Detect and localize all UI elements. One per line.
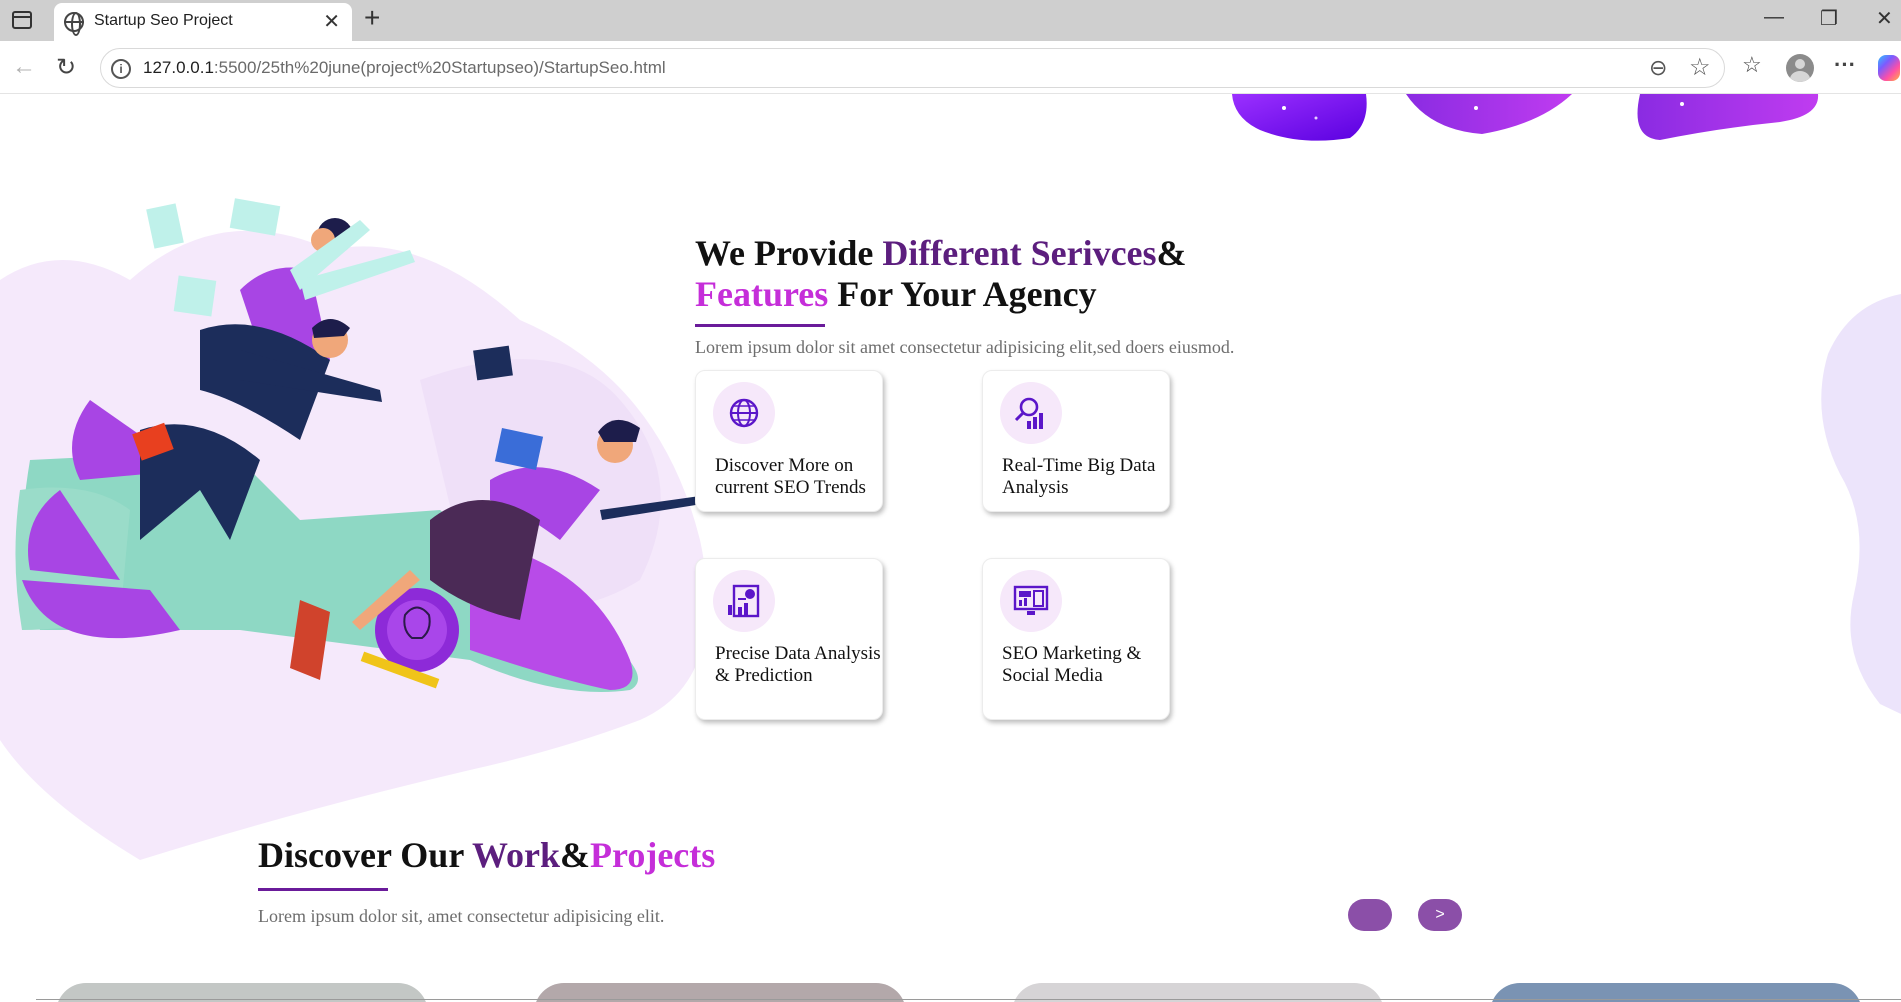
services-heading: We Provide Different Serivces& Features … [695, 233, 1187, 315]
monitor-ads-icon [1000, 570, 1062, 632]
service-card-label: Real-Time Big Data Analysis [1002, 455, 1156, 498]
carousel-next-button[interactable]: > [1418, 899, 1462, 931]
minimize-button[interactable]: — [1764, 6, 1784, 29]
url-path: :5500/25th%20june(project%20Startupseo)/… [213, 58, 666, 77]
decorative-blobs [1232, 94, 1819, 141]
service-card-seo-trends[interactable]: Discover More on current SEO Trends [695, 370, 883, 512]
services-subtitle: Lorem ipsum dolor sit amet consectetur a… [695, 337, 1235, 357]
service-card-label: Precise Data Analysis & Prediction [715, 643, 881, 686]
work-subtitle: Lorem ipsum dolor sit, amet consectetur … [258, 906, 665, 926]
tab-title: Startup Seo Project [94, 12, 233, 29]
service-card-big-data[interactable]: Real-Time Big Data Analysis [982, 370, 1170, 512]
work-heading: Discover Our Work&Projects [258, 834, 715, 876]
globe-icon [64, 12, 84, 36]
site-info-icon[interactable]: i [111, 59, 131, 79]
report-chart-icon [713, 570, 775, 632]
services-heading-features: Features [695, 274, 829, 314]
scroll-divider [36, 999, 1901, 1000]
close-window-button[interactable]: ✕ [1876, 6, 1893, 31]
work-heading-underline [258, 888, 388, 891]
work-heading-ampersand: & [560, 835, 591, 875]
globe-dollar-icon [713, 382, 775, 444]
services-heading-highlight: Different Serivces [882, 233, 1157, 273]
reload-button[interactable]: ↻ [56, 53, 76, 82]
favorite-star-icon[interactable]: ☆ [1689, 53, 1711, 82]
work-heading-highlight: Work [472, 835, 561, 875]
carousel-prev-button[interactable] [1348, 899, 1392, 931]
decorative-side-blob [1821, 294, 1901, 714]
favorites-icon[interactable]: ☆ [1742, 52, 1762, 78]
services-heading-ampersand: & [1156, 233, 1187, 273]
work-heading-part1: Discover Our [258, 835, 472, 875]
zoom-icon[interactable]: ⊖ [1649, 55, 1667, 81]
rocket-team-illustration [0, 198, 708, 860]
service-card-label: SEO Marketing & Social Media [1002, 643, 1142, 686]
address-bar[interactable]: i 127.0.0.1:5500/25th%20june(project%20S… [100, 48, 1725, 88]
url-host: 127.0.0.1 [143, 58, 214, 77]
service-card-seo-marketing[interactable]: SEO Marketing & Social Media [982, 558, 1170, 720]
tab-actions-icon[interactable] [12, 11, 32, 29]
url-text[interactable]: 127.0.0.1:5500/25th%20june(project%20Sta… [143, 58, 666, 78]
services-heading-part5: For Your Agency [828, 274, 1097, 314]
new-tab-button[interactable]: + [364, 2, 380, 34]
browser-tab[interactable]: Startup Seo Project ✕ [54, 3, 352, 41]
more-menu-icon[interactable]: ··· [1834, 52, 1856, 78]
services-heading-underline [695, 324, 825, 327]
browser-toolbar: ← ↻ i 127.0.0.1:5500/25th%20june(project… [0, 41, 1901, 94]
restore-button[interactable]: ❐ [1820, 6, 1838, 31]
service-card-label: Discover More on current SEO Trends [715, 455, 866, 498]
service-card-data-analysis[interactable]: Precise Data Analysis & Prediction [695, 558, 883, 720]
page-viewport: We Provide Different Serivces& Features … [0, 94, 1901, 1002]
copilot-icon[interactable] [1878, 55, 1900, 81]
work-heading-projects: Projects [590, 835, 716, 875]
tab-close-icon[interactable]: ✕ [323, 9, 340, 34]
browser-tab-bar: Startup Seo Project ✕ + — ❐ ✕ [0, 0, 1901, 41]
back-button[interactable]: ← [12, 53, 36, 81]
profile-avatar[interactable] [1786, 54, 1814, 82]
magnifier-chart-icon [1000, 382, 1062, 444]
services-heading-part1: We Provide [695, 233, 883, 273]
